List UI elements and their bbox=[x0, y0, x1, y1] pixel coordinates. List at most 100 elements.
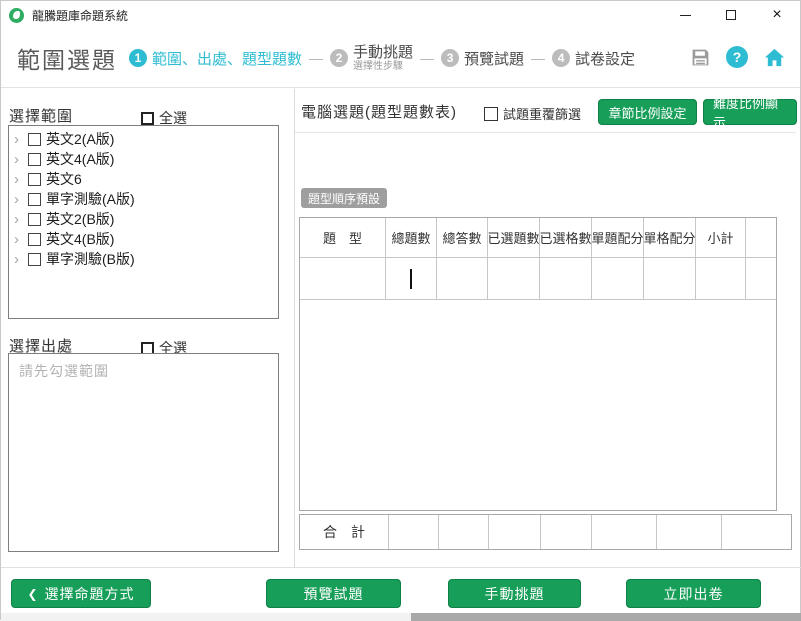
help-icon: ? bbox=[733, 49, 742, 65]
cell-points-per-question[interactable] bbox=[592, 258, 644, 300]
chevron-left-icon: ❮ bbox=[27, 587, 38, 601]
cell-total-questions-input[interactable] bbox=[386, 258, 437, 300]
page-title: 範圍選題 bbox=[17, 41, 117, 75]
question-type-order-preset-button[interactable]: 題型順序預設 bbox=[301, 188, 387, 208]
step-4-label: 試卷設定 bbox=[575, 48, 635, 69]
range-select-all-checkbox[interactable] bbox=[141, 112, 154, 125]
cell-selected-questions[interactable] bbox=[488, 258, 540, 300]
tree-item-eng2a[interactable]: › 英文2(A版) bbox=[9, 129, 278, 149]
help-button[interactable]: ? bbox=[726, 46, 748, 68]
right-panel-divider bbox=[295, 132, 796, 133]
totals-subtotal bbox=[722, 515, 791, 549]
save-button[interactable] bbox=[688, 45, 712, 69]
chevron-right-icon[interactable]: › bbox=[14, 192, 26, 207]
app-title: 龍騰題庫命題系統 bbox=[32, 7, 128, 24]
tree-item-eng4a[interactable]: › 英文4(A版) bbox=[9, 149, 278, 169]
tree-item-eng6[interactable]: › 英文6 bbox=[9, 169, 278, 189]
step-separator: — bbox=[420, 50, 434, 66]
step-1-range[interactable]: 1 範圍、出處、題型題數 bbox=[129, 48, 302, 69]
step-separator: — bbox=[531, 50, 545, 66]
source-list[interactable]: 請先勾選範圍 bbox=[8, 353, 279, 552]
col-header-selected-questions: 已選題數 bbox=[488, 218, 540, 258]
chevron-right-icon[interactable]: › bbox=[14, 232, 26, 247]
step-4-circle: 4 bbox=[552, 49, 570, 67]
tree-item-checkbox[interactable] bbox=[28, 153, 41, 166]
step-separator: — bbox=[309, 50, 323, 66]
tree-item-checkbox[interactable] bbox=[28, 233, 41, 246]
range-tree: › 英文2(A版) › 英文4(A版) › 英文6 › 單字測驗(A版) › 英… bbox=[8, 125, 279, 319]
cell-subtotal[interactable] bbox=[696, 258, 746, 300]
totals-total-questions bbox=[389, 515, 439, 549]
tree-item-checkbox[interactable] bbox=[28, 193, 41, 206]
cell-total-answers[interactable] bbox=[437, 258, 488, 300]
back-to-method-button[interactable]: ❮ 選擇命題方式 bbox=[11, 579, 151, 608]
duplicate-filter-label: 試題重覆篩選 bbox=[503, 104, 581, 123]
table-header-row: 題 型 總題數 總答數 已選題數 已選格數 單題配分 單格配分 小計 bbox=[300, 218, 776, 258]
col-header-points-per-blank: 單格配分 bbox=[644, 218, 696, 258]
question-type-table: 題 型 總題數 總答數 已選題數 已選格數 單題配分 單格配分 小計 bbox=[299, 217, 777, 511]
tree-item-label: 英文4(A版) bbox=[46, 149, 114, 169]
home-button[interactable] bbox=[762, 45, 786, 69]
chevron-right-icon[interactable]: › bbox=[14, 172, 26, 187]
col-header-points-per-question: 單題配分 bbox=[592, 218, 644, 258]
range-section-title: 選擇範圍 bbox=[9, 105, 73, 126]
col-header-subtotal: 小計 bbox=[696, 218, 746, 258]
step-2-sublabel: 選擇性步驟 bbox=[353, 61, 413, 73]
tree-item-eng2b[interactable]: › 英文2(B版) bbox=[9, 209, 278, 229]
totals-points-per-question bbox=[592, 515, 657, 549]
tree-item-checkbox[interactable] bbox=[28, 213, 41, 226]
step-1-label: 範圍、出處、題型題數 bbox=[152, 48, 302, 69]
footer-divider bbox=[1, 567, 801, 568]
totals-total-answers bbox=[439, 515, 489, 549]
totals-label: 合 計 bbox=[300, 515, 389, 549]
home-icon bbox=[763, 46, 786, 69]
source-placeholder: 請先勾選範圍 bbox=[19, 363, 109, 379]
preview-questions-button[interactable]: 預覽試題 bbox=[266, 579, 401, 608]
col-header-empty bbox=[746, 218, 776, 258]
cell-selected-blanks[interactable] bbox=[540, 258, 592, 300]
duplicate-filter[interactable]: 試題重覆篩選 bbox=[484, 104, 581, 123]
totals-selected-questions bbox=[489, 515, 541, 549]
chevron-right-icon[interactable]: › bbox=[14, 252, 26, 267]
totals-points-per-blank bbox=[657, 515, 722, 549]
tree-item-eng4b[interactable]: › 英文4(B版) bbox=[9, 229, 278, 249]
step-2-manual-pick[interactable]: 2 手動挑題 選擇性步驟 bbox=[330, 44, 413, 73]
save-icon bbox=[690, 47, 711, 68]
page-header: 範圍選題 1 範圍、出處、題型題數 — 2 手動挑題 選擇性步驟 — 3 預覽試… bbox=[1, 29, 800, 88]
difficulty-ratio-button[interactable]: 難度比例顯示 bbox=[703, 99, 797, 125]
window-controls: × bbox=[662, 1, 800, 29]
cell-empty bbox=[746, 258, 776, 300]
duplicate-filter-checkbox[interactable] bbox=[484, 107, 498, 121]
tree-item-checkbox[interactable] bbox=[28, 133, 41, 146]
step-2-circle: 2 bbox=[330, 49, 348, 67]
title-bar: 龍騰題庫命題系統 × bbox=[1, 1, 800, 29]
step-2-label: 手動挑題 bbox=[353, 44, 413, 61]
maximize-button[interactable] bbox=[708, 1, 754, 29]
manual-pick-button[interactable]: 手動挑題 bbox=[448, 579, 581, 608]
step-4-paper-settings[interactable]: 4 試卷設定 bbox=[552, 48, 635, 69]
tree-item-label: 單字測驗(B版) bbox=[46, 249, 135, 269]
close-icon: × bbox=[772, 7, 781, 23]
close-button[interactable]: × bbox=[754, 1, 800, 29]
cell-points-per-blank[interactable] bbox=[644, 258, 696, 300]
chevron-right-icon[interactable]: › bbox=[14, 212, 26, 227]
table-row bbox=[300, 258, 776, 300]
col-header-selected-blanks: 已選格數 bbox=[540, 218, 592, 258]
chevron-right-icon[interactable]: › bbox=[14, 132, 26, 147]
chapter-ratio-button[interactable]: 章節比例設定 bbox=[598, 99, 697, 125]
step-3-label: 預覽試題 bbox=[464, 48, 524, 69]
chevron-right-icon[interactable]: › bbox=[14, 152, 26, 167]
tree-item-checkbox[interactable] bbox=[28, 173, 41, 186]
tree-item-vocab-b[interactable]: › 單字測驗(B版) bbox=[9, 249, 278, 269]
tree-item-checkbox[interactable] bbox=[28, 253, 41, 266]
tree-item-label: 英文2(A版) bbox=[46, 129, 114, 149]
generate-paper-button[interactable]: 立即出卷 bbox=[626, 579, 761, 608]
step-3-preview[interactable]: 3 預覽試題 bbox=[441, 48, 524, 69]
cell-question-type[interactable] bbox=[300, 258, 386, 300]
tree-item-label: 英文4(B版) bbox=[46, 229, 114, 249]
minimize-button[interactable] bbox=[662, 1, 708, 29]
tree-item-vocab-a[interactable]: › 單字測驗(A版) bbox=[9, 189, 278, 209]
app-logo-icon bbox=[9, 8, 24, 23]
computer-select-title: 電腦選題(題型題數表) bbox=[301, 101, 457, 122]
header-icons: ? bbox=[688, 45, 786, 69]
